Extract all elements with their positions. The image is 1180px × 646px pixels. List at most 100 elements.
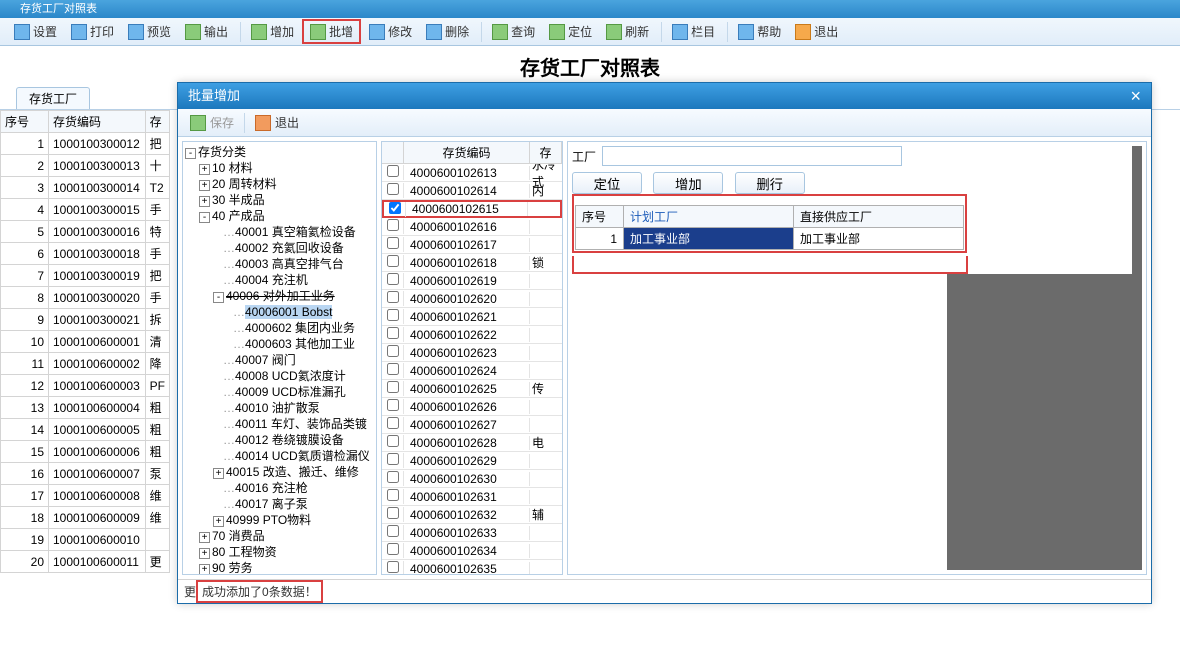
tree-node[interactable]: 40014 UCD氦质谱检漏仪 — [235, 449, 370, 463]
output-button[interactable]: 输出 — [179, 21, 234, 42]
row-checkbox[interactable] — [387, 219, 399, 231]
close-icon[interactable]: × — [1130, 83, 1141, 109]
tree-node[interactable]: 40004 充注机 — [235, 273, 308, 287]
tree-node[interactable]: 40016 充注枪 — [235, 481, 308, 495]
tree-node-selected[interactable]: 40006001 Bobst — [245, 305, 332, 319]
table-row[interactable]: 171000100600008维 — [1, 485, 170, 507]
grid-row[interactable]: 4000600102627 — [382, 416, 562, 434]
table-row[interactable]: 101000100600001清 — [1, 331, 170, 353]
table-row[interactable]: 21000100300013十 — [1, 155, 170, 177]
table-row[interactable]: 11000100300012把 — [1, 133, 170, 155]
table-row[interactable]: 1 加工事业部 加工事业部 — [576, 228, 964, 250]
tree-root[interactable]: 存货分类 — [198, 145, 246, 159]
row-checkbox[interactable] — [389, 202, 401, 214]
delete-row-button[interactable]: 删行 — [735, 172, 805, 194]
tree-node[interactable]: 40007 阀门 — [235, 353, 296, 367]
table-row[interactable]: 141000100600005粗 — [1, 419, 170, 441]
tree-node[interactable]: 4000603 其他加工业 — [245, 337, 355, 351]
tree-node[interactable]: 40008 UCD氦浓度计 — [235, 369, 346, 383]
add-button[interactable]: 增加 — [245, 21, 300, 42]
tree-node[interactable]: 40017 离子泵 — [235, 497, 308, 511]
tab-inventory-factory[interactable]: 存货工厂 — [16, 87, 90, 109]
row-checkbox[interactable] — [387, 255, 399, 267]
col-inv-name[interactable]: 存 — [530, 142, 562, 163]
row-checkbox[interactable] — [387, 237, 399, 249]
table-row[interactable]: 51000100300016特 — [1, 221, 170, 243]
tree-node[interactable]: 4000602 集团内业务 — [245, 321, 355, 335]
row-checkbox[interactable] — [387, 399, 399, 411]
table-row[interactable]: 31000100300014T2 — [1, 177, 170, 199]
col-check[interactable] — [382, 142, 404, 163]
tree-node[interactable]: 80 工程物资 — [212, 545, 277, 559]
col-inv-code[interactable]: 存货编码 — [404, 142, 530, 163]
preview-button[interactable]: 预览 — [122, 21, 177, 42]
dialog-exit-button[interactable]: 退出 — [249, 112, 305, 133]
tree-node[interactable]: 40009 UCD标准漏孔 — [235, 385, 346, 399]
batch-add-button[interactable]: 批增 — [302, 19, 361, 44]
row-checkbox[interactable] — [387, 309, 399, 321]
tree-node[interactable]: 40003 高真空排气台 — [235, 257, 344, 271]
row-checkbox[interactable] — [387, 273, 399, 285]
col-code[interactable]: 存货编码 — [49, 111, 146, 133]
row-checkbox[interactable] — [387, 327, 399, 339]
table-row[interactable]: 131000100600004粗 — [1, 397, 170, 419]
columns-button[interactable]: 栏目 — [666, 21, 721, 42]
col-seq[interactable]: 序号 — [576, 206, 624, 228]
col-supply-factory[interactable]: 直接供应工厂 — [794, 206, 964, 228]
refresh-button[interactable]: 刷新 — [600, 21, 655, 42]
tree-node[interactable]: 40015 改造、搬迁、维修 — [226, 465, 359, 479]
row-checkbox[interactable] — [387, 183, 399, 195]
tree-node[interactable]: 40001 真空箱氦检设备 — [235, 225, 356, 239]
row-checkbox[interactable] — [387, 417, 399, 429]
grid-row[interactable]: 4000600102621 — [382, 308, 562, 326]
grid-row[interactable]: 4000600102631 — [382, 488, 562, 506]
table-row[interactable]: 81000100300020手 — [1, 287, 170, 309]
tree-node[interactable]: 40999 PTO物料 — [226, 513, 311, 527]
row-checkbox[interactable] — [387, 165, 399, 177]
tree-node[interactable]: 40006 对外加工业务 — [226, 289, 335, 303]
table-row[interactable]: 161000100600007泵 — [1, 463, 170, 485]
settings-button[interactable]: 设置 — [8, 21, 63, 42]
edit-button[interactable]: 修改 — [363, 21, 418, 42]
grid-row[interactable]: 4000600102619 — [382, 272, 562, 290]
row-checkbox[interactable] — [387, 507, 399, 519]
row-checkbox[interactable] — [387, 453, 399, 465]
table-row[interactable]: 121000100600003PF — [1, 375, 170, 397]
grid-row[interactable]: 4000600102624 — [382, 362, 562, 380]
category-tree[interactable]: -存货分类 +10 材料 +20 周转材料 +30 半成品 -40 产成品 …4… — [182, 141, 377, 575]
row-checkbox[interactable] — [387, 543, 399, 555]
table-row[interactable]: 71000100300019把 — [1, 265, 170, 287]
factory-input[interactable] — [602, 146, 902, 166]
exit-button[interactable]: 退出 — [789, 21, 844, 42]
tree-node[interactable]: 40012 卷绕镀膜设备 — [235, 433, 344, 447]
grid-row[interactable]: 4000600102634 — [382, 542, 562, 560]
tree-node[interactable]: 40002 充氦回收设备 — [235, 241, 344, 255]
row-checkbox[interactable] — [387, 525, 399, 537]
tree-node[interactable]: 40 产成品 — [212, 209, 265, 223]
table-row[interactable]: 111000100600002降 — [1, 353, 170, 375]
grid-row[interactable]: 4000600102617 — [382, 236, 562, 254]
grid-row[interactable]: 4000600102623 — [382, 344, 562, 362]
grid-row[interactable]: 4000600102625传 — [382, 380, 562, 398]
query-button[interactable]: 查询 — [486, 21, 541, 42]
grid-row[interactable]: 4000600102628电 — [382, 434, 562, 452]
row-checkbox[interactable] — [387, 471, 399, 483]
grid-row[interactable]: 4000600102614内 — [382, 182, 562, 200]
grid-row[interactable]: 4000600102622 — [382, 326, 562, 344]
grid-row[interactable]: 4000600102630 — [382, 470, 562, 488]
col-seq[interactable]: 序号 — [1, 111, 49, 133]
row-checkbox[interactable] — [387, 561, 399, 573]
help-button[interactable]: 帮助 — [732, 21, 787, 42]
row-checkbox[interactable] — [387, 489, 399, 501]
tree-node[interactable]: 30 半成品 — [212, 193, 265, 207]
grid-row[interactable]: 4000600102635 — [382, 560, 562, 575]
row-checkbox[interactable] — [387, 363, 399, 375]
grid-row[interactable]: 4000600102615 — [382, 200, 562, 218]
table-row[interactable]: 91000100300021拆 — [1, 309, 170, 331]
row-checkbox[interactable] — [387, 291, 399, 303]
col-plan-factory[interactable]: 计划工厂 — [624, 206, 794, 228]
grid-row[interactable]: 4000600102620 — [382, 290, 562, 308]
print-button[interactable]: 打印 — [65, 21, 120, 42]
locate-button[interactable]: 定位 — [572, 172, 642, 194]
grid-row[interactable]: 4000600102613水冷式 — [382, 164, 562, 182]
